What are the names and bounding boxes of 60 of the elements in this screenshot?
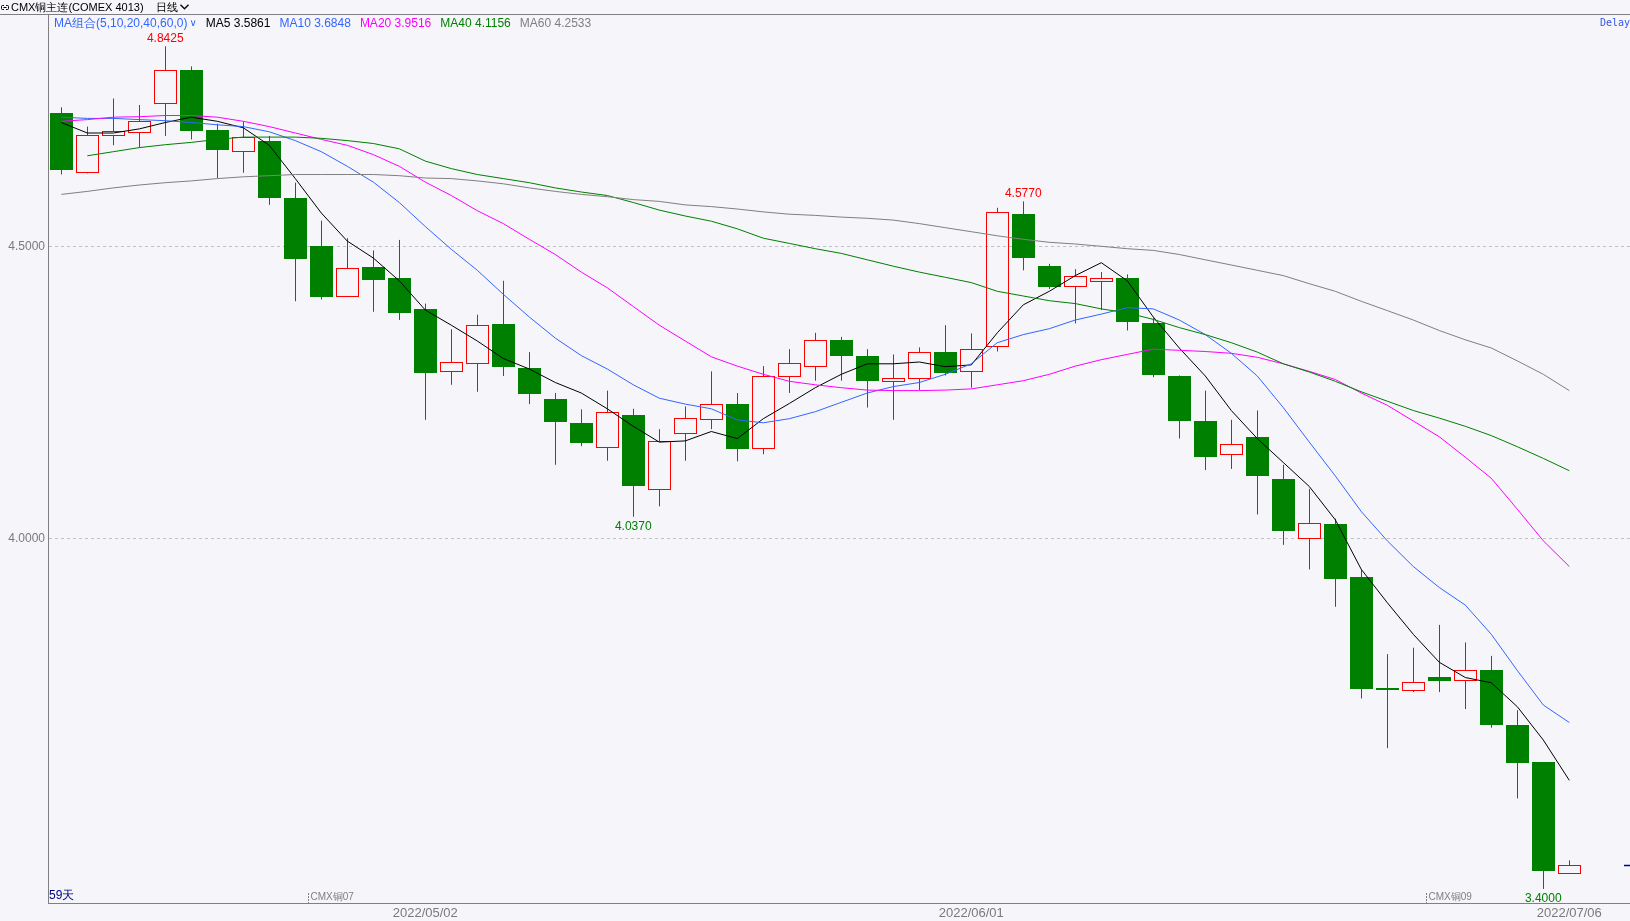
falling-candlestick bbox=[1428, 624, 1451, 693]
contract-label: CMX铜09 bbox=[1428, 891, 1472, 902]
falling-candlestick bbox=[1116, 273, 1139, 331]
falling-candlestick bbox=[1038, 263, 1061, 290]
rising-candlestick bbox=[1402, 647, 1425, 693]
rising-candlestick bbox=[778, 348, 801, 394]
high-price-label: 4.5770 bbox=[1004, 186, 1042, 201]
last-price-marker bbox=[1623, 864, 1630, 867]
rising-candlestick bbox=[1558, 859, 1581, 875]
rising-candlestick bbox=[1090, 271, 1113, 311]
date-axis-label: 2022/05/02 bbox=[392, 905, 458, 920]
rising-candlestick bbox=[882, 353, 905, 421]
rising-candlestick bbox=[804, 332, 827, 382]
rising-candlestick bbox=[960, 332, 983, 389]
contract-label: CMX铜07 bbox=[310, 891, 354, 902]
chart-title: CMX铜主连(COMEX 4013) bbox=[11, 1, 144, 13]
rising-candlestick bbox=[440, 328, 463, 386]
moving-average-reading: MA5 3.5861 bbox=[205, 16, 271, 29]
high-price-label: 4.8425 bbox=[146, 31, 184, 46]
ma-group-dropdown[interactable]: MA组合(5,10,20,40,60,0) ∨ bbox=[54, 16, 197, 29]
price-axis-label: 4.5000 bbox=[8, 239, 45, 253]
rising-candlestick bbox=[1064, 268, 1087, 324]
rising-candlestick bbox=[232, 120, 255, 174]
falling-candlestick bbox=[362, 249, 385, 313]
moving-average-reading: MA60 4.2533 bbox=[519, 16, 592, 29]
chevron-down-icon bbox=[179, 4, 189, 10]
falling-candlestick bbox=[856, 348, 879, 409]
rising-candlestick bbox=[700, 370, 723, 430]
date-axis-label: 2022/06/01 bbox=[938, 905, 1004, 920]
date-axis-label: 2022/07/06 bbox=[1536, 905, 1602, 920]
moving-average-reading: MA20 3.9516 bbox=[359, 16, 432, 29]
falling-candlestick bbox=[50, 106, 73, 175]
falling-candlestick bbox=[726, 392, 749, 462]
low-price-label: 4.0370 bbox=[614, 518, 652, 533]
bar-count-label: 59天 bbox=[49, 889, 75, 901]
falling-candlestick bbox=[934, 324, 957, 376]
rising-candlestick bbox=[1220, 419, 1243, 470]
period-dropdown[interactable]: 日线 bbox=[155, 1, 189, 13]
rising-candlestick bbox=[596, 390, 619, 462]
moving-average-reading: MA40 4.1156 bbox=[440, 16, 511, 29]
falling-candlestick bbox=[1168, 374, 1191, 440]
falling-candlestick bbox=[518, 351, 541, 405]
falling-candlestick bbox=[570, 408, 593, 447]
rising-candlestick bbox=[674, 405, 697, 462]
price-axis-label: 4.0000 bbox=[8, 531, 45, 545]
rising-candlestick bbox=[102, 98, 125, 146]
rising-candlestick bbox=[76, 126, 99, 174]
falling-candlestick bbox=[1012, 200, 1035, 271]
rising-candlestick bbox=[908, 346, 931, 391]
rising-candlestick bbox=[336, 237, 359, 298]
low-price-label: 3.4000 bbox=[1524, 891, 1562, 903]
falling-candlestick bbox=[830, 336, 853, 382]
falling-candlestick bbox=[206, 123, 229, 179]
moving-average-reading: MA10 3.6848 bbox=[279, 16, 351, 29]
rising-candlestick bbox=[128, 104, 151, 149]
delay-label: Delay bbox=[1599, 18, 1630, 28]
rising-candlestick bbox=[1454, 641, 1477, 710]
falling-candlestick bbox=[258, 135, 281, 206]
link-icon[interactable] bbox=[1, 4, 9, 10]
falling-candlestick bbox=[1142, 317, 1165, 378]
